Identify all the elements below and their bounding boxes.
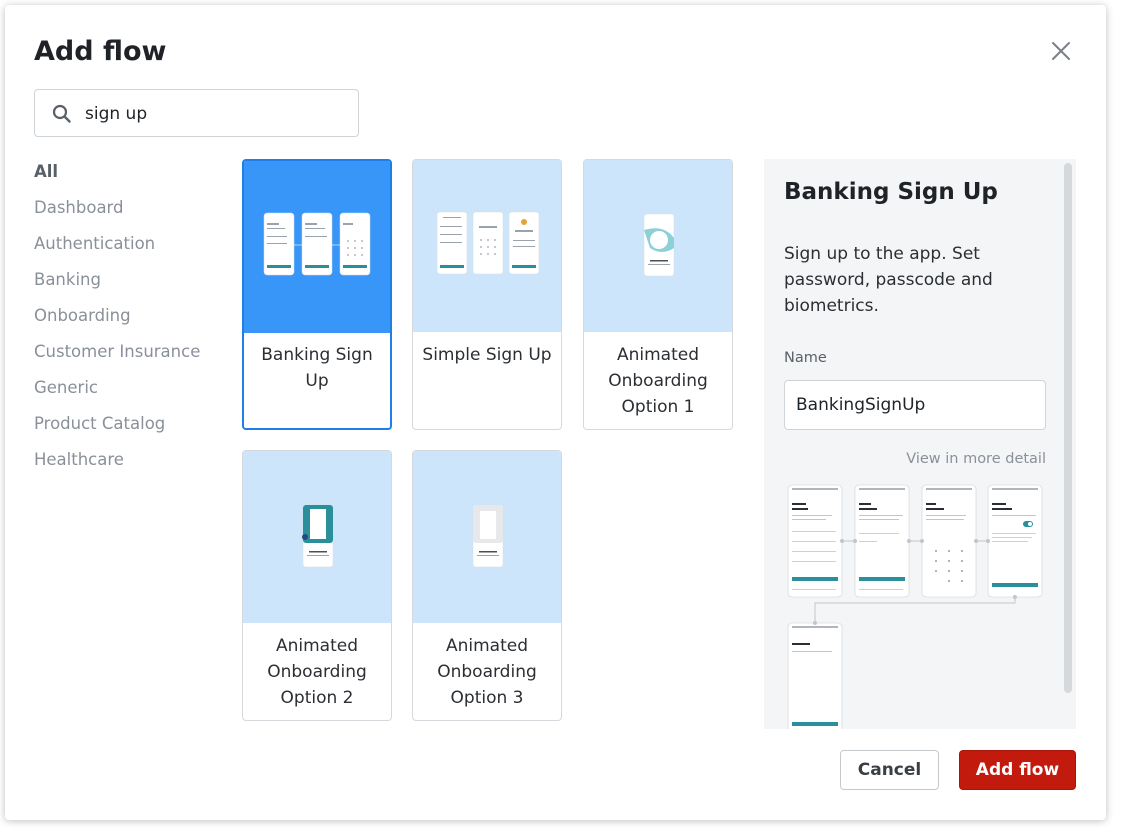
category-list: All Dashboard Authentication Banking Onb…	[34, 160, 200, 484]
flow-detail-panel: Banking Sign Up Sign up to the app. Set …	[764, 159, 1076, 729]
category-healthcare[interactable]: Healthcare	[34, 448, 200, 484]
flow-card-label: Simple Sign Up	[422, 345, 552, 365]
name-field[interactable]	[784, 380, 1046, 430]
cancel-button[interactable]: Cancel	[840, 750, 939, 790]
flow-thumbnail	[584, 160, 732, 332]
view-more-detail-link[interactable]: View in more detail	[906, 451, 1046, 467]
search-field[interactable]	[34, 89, 359, 137]
category-dashboard[interactable]: Dashboard	[34, 196, 200, 232]
detail-title: Banking Sign Up	[784, 179, 998, 205]
search-icon	[52, 104, 71, 123]
flow-card-label: Banking Sign Up	[261, 345, 373, 391]
add-flow-dialog: Add flow All Dashboard Authentication Ba…	[5, 5, 1106, 820]
flow-card-label: Animated Onboarding Option 2	[267, 636, 367, 708]
flow-thumbnail	[413, 160, 561, 332]
flow-card-animated-onboarding-1[interactable]: Animated Onboarding Option 1	[583, 159, 733, 430]
category-product-catalog[interactable]: Product Catalog	[34, 412, 200, 448]
flow-card-label: Animated Onboarding Option 3	[437, 636, 537, 708]
flow-preview-diagram	[787, 484, 1043, 729]
flow-thumbnail	[243, 451, 391, 623]
name-field-label: Name	[784, 350, 827, 366]
close-icon[interactable]	[1047, 37, 1075, 65]
category-banking[interactable]: Banking	[34, 268, 200, 304]
add-flow-button[interactable]: Add flow	[959, 750, 1076, 790]
search-input[interactable]	[85, 102, 345, 126]
detail-description: Sign up to the app. Set password, passco…	[784, 244, 993, 316]
category-generic[interactable]: Generic	[34, 376, 200, 412]
flow-card-animated-onboarding-2[interactable]: Animated Onboarding Option 2	[242, 450, 392, 721]
detail-scrollbar[interactable]	[1064, 163, 1072, 693]
flow-card-label: Animated Onboarding Option 1	[608, 345, 708, 417]
flow-card-banking-sign-up[interactable]: Banking Sign Up	[242, 159, 392, 430]
flow-thumbnail	[413, 451, 561, 623]
dialog-title: Add flow	[34, 36, 167, 67]
flow-card-animated-onboarding-3[interactable]: Animated Onboarding Option 3	[412, 450, 562, 721]
category-customer-insurance[interactable]: Customer Insurance	[34, 340, 200, 376]
category-authentication[interactable]: Authentication	[34, 232, 200, 268]
flow-thumbnail	[244, 161, 390, 333]
category-all[interactable]: All	[34, 160, 200, 196]
category-onboarding[interactable]: Onboarding	[34, 304, 200, 340]
flow-card-simple-sign-up[interactable]: Simple Sign Up	[412, 159, 562, 430]
